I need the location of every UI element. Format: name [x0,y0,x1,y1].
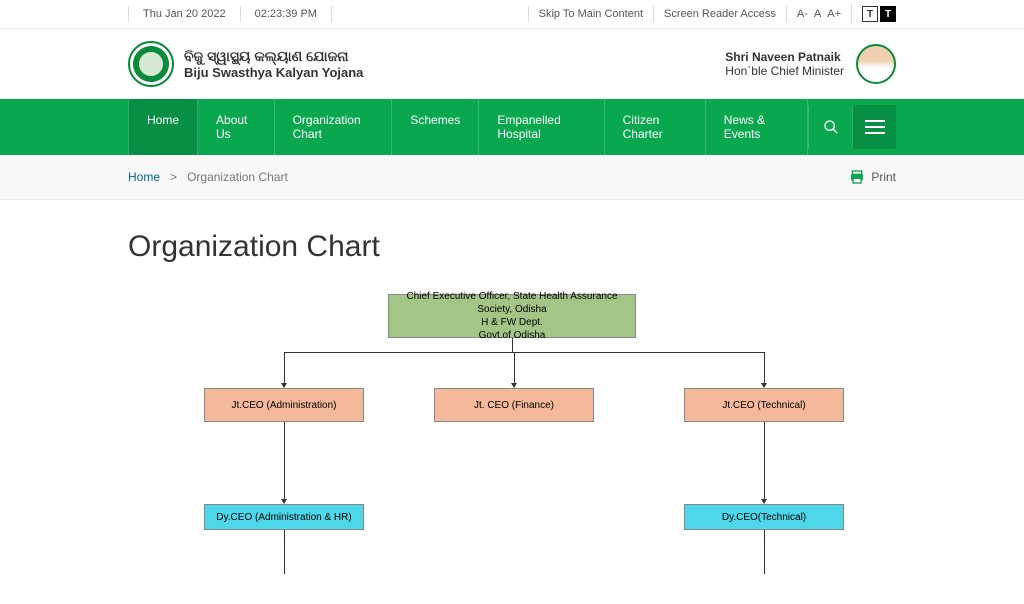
date-text: Thu Jan 20 2022 [128,6,241,22]
arrow-icon [281,499,287,504]
skip-link[interactable]: Skip To Main Content [528,6,653,22]
nav-home[interactable]: Home [128,99,198,155]
org-chart: Chief Executive Officer, State Health As… [132,294,892,574]
topbar-datetime: Thu Jan 20 2022 02:23:39 PM [128,6,332,22]
hamburger-icon [865,120,885,134]
navbar: Home About Us Organization Chart Schemes… [0,99,1024,155]
chart-node-root: Chief Executive Officer, State Health As… [388,294,636,338]
connector [764,422,765,499]
chart-node-jt-finance: Jt. CEO (Finance) [434,388,594,422]
brand-title-en: Biju Swasthya Kalyan Yojana [184,65,363,80]
chart-node-jt-admin: Jt.CEO (Administration) [204,388,364,422]
topbar-accessibility: Skip To Main Content Screen Reader Acces… [528,4,896,24]
minister-avatar [856,44,896,84]
arrow-icon [281,383,287,388]
nav-about[interactable]: About Us [198,99,275,155]
minister-block: Shri Naveen Patnaik Hon`ble Chief Minist… [725,44,896,84]
light-theme-button[interactable]: T [862,6,878,22]
connector [764,530,765,574]
print-button[interactable]: Print [849,169,896,185]
header: ବିଜୁ ସ୍ୱାସ୍ଥ୍ୟ କଲ୍ୟାଣ ଯୋଜନା Biju Swasthy… [0,29,1024,99]
print-icon [849,169,865,185]
arrow-icon [511,383,517,388]
connector [514,352,515,383]
nav-org-chart[interactable]: Organization Chart [275,99,393,155]
nav-charter[interactable]: Citizen Charter [605,99,706,155]
breadcrumb-bar: Home > Organization Chart Print [0,155,1024,200]
search-icon [823,119,839,135]
time-text: 02:23:39 PM [241,6,332,22]
nav-items: Home About Us Organization Chart Schemes… [128,99,808,155]
chart-node-dy-admin-hr: Dy.CEO (Administration & HR) [204,504,364,530]
nav-news[interactable]: News & Events [706,99,808,155]
font-size-controls: A- A A+ [786,6,851,22]
font-increase-button[interactable]: A+ [827,8,841,20]
brand: ବିଜୁ ସ୍ୱାସ୍ଥ୍ୟ କଲ୍ୟାଣ ଯୋଜନା Biju Swasthy… [128,41,363,87]
connector [512,338,513,352]
minister-name: Shri Naveen Patnaik [725,50,844,64]
nav-schemes[interactable]: Schemes [392,99,479,155]
page-title: Organization Chart [128,230,896,264]
font-default-button[interactable]: A [814,8,821,20]
breadcrumb-home[interactable]: Home [128,170,160,184]
breadcrumb-current: Organization Chart [187,170,288,184]
chart-node-dy-technical: Dy.CEO(Technical) [684,504,844,530]
brand-title-odia: ବିଜୁ ସ୍ୱାସ୍ଥ୍ୟ କଲ୍ୟାଣ ଯୋଜନା [184,48,363,65]
theme-controls: T T [851,4,896,24]
search-button[interactable] [808,105,852,149]
connector [284,530,285,574]
connector [764,352,765,383]
print-label: Print [871,170,896,184]
screen-reader-link[interactable]: Screen Reader Access [653,6,786,22]
breadcrumb: Home > Organization Chart [128,170,288,184]
breadcrumb-sep: > [170,170,177,184]
arrow-icon [761,383,767,388]
connector [284,422,285,499]
connector [284,352,285,383]
font-decrease-button[interactable]: A- [797,8,808,20]
menu-button[interactable] [852,105,896,149]
logo-icon [128,41,174,87]
dark-theme-button[interactable]: T [880,6,896,22]
chart-node-jt-technical: Jt.CEO (Technical) [684,388,844,422]
arrow-icon [761,499,767,504]
minister-title: Hon`ble Chief Minister [725,64,844,78]
nav-hospital[interactable]: Empanelled Hospital [479,99,604,155]
content: Organization Chart Chief Executive Offic… [0,200,1024,604]
topbar: Thu Jan 20 2022 02:23:39 PM Skip To Main… [0,0,1024,29]
connector [284,352,764,353]
